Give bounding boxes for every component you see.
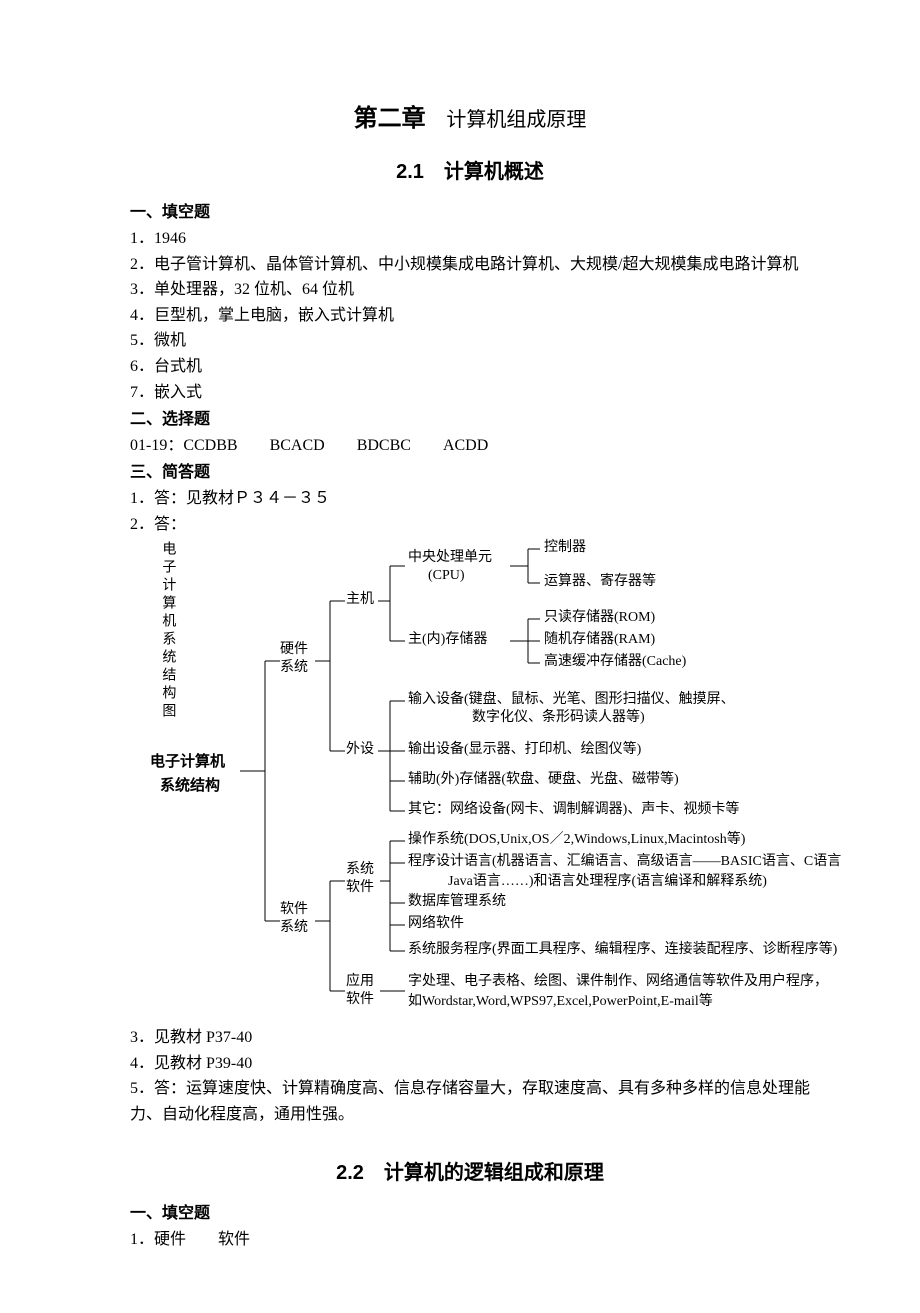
controller-label: 控制器 (544, 539, 586, 557)
lang-label-1: 程序设计语言(机器语言、汇编语言、高级语言——BASIC语言、C语言 (408, 853, 841, 871)
software-system-label: 软件 系统 (280, 901, 308, 937)
computer-system-structure-diagram: 电子计算机系统结构图 电子计算机 系统结构 硬件 系统 软件 系统 主机 外设 … (160, 541, 840, 1021)
app-sw-label-2: 如Wordstar,Word,WPS97,Excel,PowerPoint,E-… (408, 993, 713, 1011)
system-software-label: 系统 软件 (346, 861, 374, 897)
fill-blank-heading-22: 一、填空题 (130, 1201, 810, 1227)
chapter-number: 第二章 (354, 105, 426, 132)
fill-answer-4: 4．巨型机，掌上电脑，嵌入式计算机 (130, 303, 810, 329)
fill-answer-3: 3．单处理器，32 位机、64 位机 (130, 277, 810, 303)
db-label: 数据库管理系统 (408, 893, 506, 911)
net-sw-label: 网络软件 (408, 915, 464, 933)
service-sw-label: 系统服务程序(界面工具程序、编辑程序、连接装配程序、诊断程序等) (408, 941, 837, 959)
os-label: 操作系统(DOS,Unix,OS／2,Windows,Linux,Macinto… (408, 831, 745, 849)
input-device-label-1: 输入设备(键盘、鼠标、光笔、图形扫描仪、触摸屏、 (408, 691, 735, 709)
short-answer-1: 1．答：见教材Ｐ３４－３５ (130, 486, 810, 512)
section-2-1-heading: 2.1 计算机概述 (130, 156, 810, 188)
choice-heading: 二、选择题 (130, 407, 810, 433)
short-answer-4: 4．见教材 P39-40 (130, 1051, 810, 1077)
fill-answer-6: 6．台式机 (130, 354, 810, 380)
rom-label: 只读存储器(ROM) (544, 609, 655, 627)
fill-answer-5: 5．微机 (130, 328, 810, 354)
host-label: 主机 (346, 591, 374, 609)
short-answer-2: 2．答： (130, 512, 810, 538)
ram-label: 随机存储器(RAM) (544, 631, 655, 649)
main-memory-label: 主(内)存储器 (408, 631, 487, 649)
fill-answer-22-1: 1．硬件 软件 (130, 1227, 810, 1253)
fill-answer-7: 7．嵌入式 (130, 380, 810, 406)
chapter-heading: 第二章 计算机组成原理 (130, 100, 810, 138)
short-answer-3: 3．见教材 P37-40 (130, 1025, 810, 1051)
alu-register-label: 运算器、寄存器等 (544, 573, 656, 591)
fill-answer-1: 1．1946 (130, 226, 810, 252)
diagram-root-label-2: 系统结构 (160, 775, 220, 798)
chapter-title: 计算机组成原理 (446, 109, 586, 131)
input-device-label-2: 数字化仪、条形码读人器等) (472, 709, 645, 727)
choice-answers: 01-19：CCDBB BCACD BDCBC ACDD (130, 433, 810, 459)
application-software-label: 应用 软件 (346, 973, 374, 1009)
peripheral-label: 外设 (346, 741, 374, 759)
fill-blank-heading: 一、填空题 (130, 200, 810, 226)
short-answer-heading: 三、简答题 (130, 460, 810, 486)
aux-storage-label: 辅助(外)存储器(软盘、硬盘、光盘、磁带等) (408, 771, 679, 789)
hardware-system-label: 硬件 系统 (280, 641, 308, 677)
cache-label: 高速缓冲存储器(Cache) (544, 653, 686, 671)
short-answer-5: 5．答：运算速度快、计算精确度高、信息存储容量大，存取速度高、具有多种多样的信息… (130, 1076, 810, 1127)
cpu-label-1: 中央处理单元 (408, 549, 492, 567)
fill-answer-2: 2．电子管计算机、晶体管计算机、中小规模集成电路计算机、大规模/超大规模集成电路… (130, 252, 810, 278)
section-2-2-heading: 2.2 计算机的逻辑组成和原理 (130, 1157, 810, 1189)
other-device-label: 其它：网络设备(网卡、调制解调器)、声卡、视频卡等 (408, 801, 739, 819)
app-sw-label-1: 字处理、电子表格、绘图、课件制作、网络通信等软件及用户程序， (408, 973, 828, 991)
cpu-label-2: (CPU) (428, 567, 465, 585)
diagram-root-label-1: 电子计算机 (150, 751, 225, 774)
output-device-label: 输出设备(显示器、打印机、绘图仪等) (408, 741, 641, 759)
lang-label-2: Java语言……)和语言处理程序(语言编译和解释系统) (448, 873, 767, 891)
diagram-vertical-title: 电子计算机系统结构图 (160, 541, 175, 721)
